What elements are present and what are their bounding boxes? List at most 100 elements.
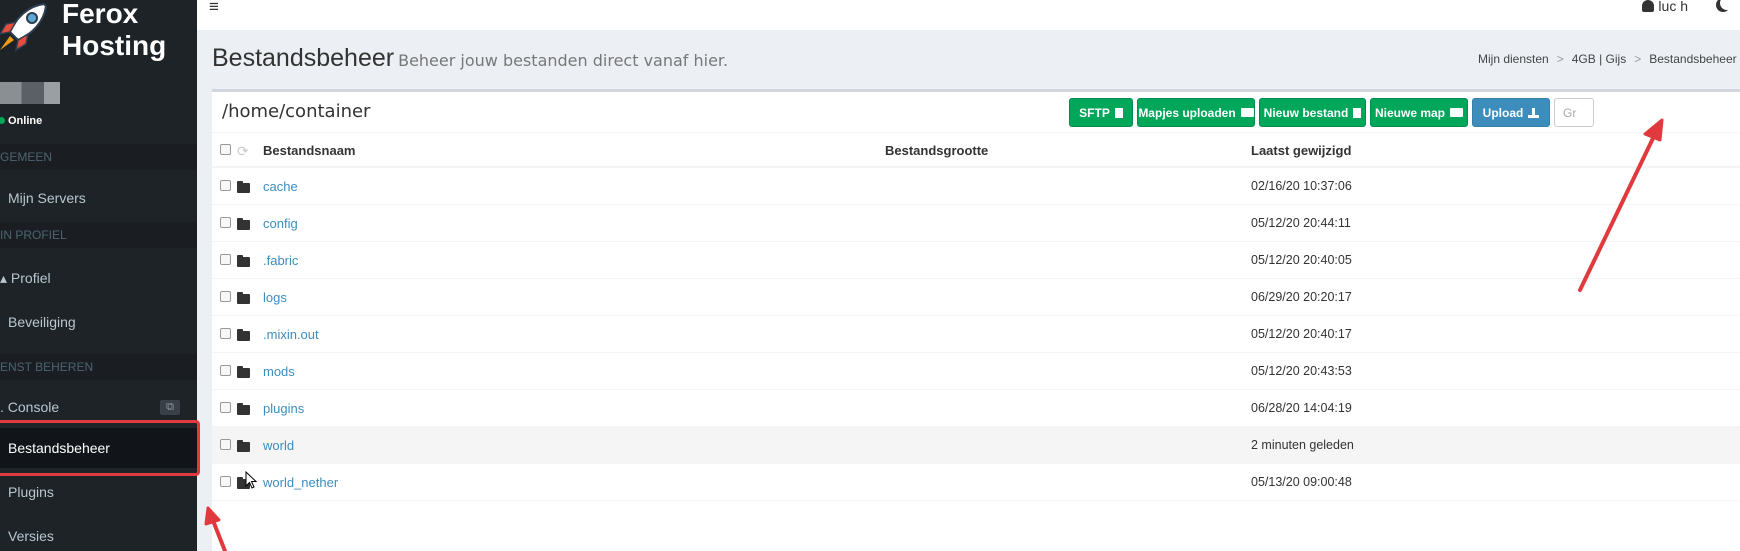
dark-mode-moon-icon[interactable] bbox=[1720, 0, 1734, 10]
table-row[interactable]: cache 02/16/20 10:37:06 bbox=[212, 168, 1740, 205]
brand[interactable]: Ferox Hosting bbox=[0, 0, 197, 75]
row-checkbox[interactable] bbox=[220, 476, 231, 487]
column-header-name[interactable]: Bestandsnaam bbox=[263, 143, 355, 158]
file-name-link[interactable]: logs bbox=[263, 290, 287, 305]
file-modified: 06/29/20 20:20:17 bbox=[1251, 290, 1352, 304]
row-checkbox[interactable] bbox=[220, 254, 231, 265]
file-icon bbox=[1114, 108, 1123, 118]
table-row[interactable]: logs 06/29/20 20:20:17 bbox=[212, 279, 1740, 316]
breadcrumb-item[interactable]: Mijn diensten bbox=[1478, 52, 1549, 66]
row-checkbox[interactable] bbox=[220, 328, 231, 339]
file-name-link[interactable]: mods bbox=[263, 364, 295, 379]
row-checkbox[interactable] bbox=[220, 217, 231, 228]
brand-name: Ferox Hosting bbox=[62, 0, 166, 62]
console-label: Console bbox=[7, 399, 60, 415]
file-name-link[interactable]: world_nether bbox=[263, 475, 338, 490]
page-title-text: Bestandsbeheer bbox=[212, 44, 395, 72]
row-checkbox[interactable] bbox=[220, 365, 231, 376]
file-name-link[interactable]: .fabric bbox=[263, 253, 298, 268]
page-subtitle: Beheer jouw bestanden direct vanaf hier. bbox=[398, 51, 729, 70]
table-header: ⟳ Bestandsnaam Bestandsgrootte Laatst ge… bbox=[212, 132, 1740, 168]
column-header-modified[interactable]: Laatst gewijzigd bbox=[1251, 143, 1351, 158]
upload-button[interactable]: Upload bbox=[1472, 98, 1550, 127]
row-checkbox[interactable] bbox=[220, 291, 231, 302]
sidebar-item-label: Bestandsbeheer bbox=[8, 440, 110, 456]
upload-folders-button[interactable]: Mapjes uploaden bbox=[1137, 98, 1255, 127]
file-modified: 05/12/20 20:40:17 bbox=[1251, 327, 1352, 341]
page-title: Bestandsbeheer Beheer jouw bestanden dire… bbox=[212, 44, 728, 73]
folder-open-icon bbox=[1450, 108, 1464, 117]
section-header-profile: IN PROFIEL bbox=[0, 222, 197, 248]
new-folder-button[interactable]: Nieuwe map bbox=[1370, 98, 1468, 127]
brand-line-1: Ferox bbox=[62, 0, 139, 29]
status-label: Online bbox=[8, 115, 43, 127]
breadcrumb-separator: > bbox=[1634, 52, 1642, 66]
button-label: Mapjes uploaden bbox=[1138, 106, 1236, 120]
table-row[interactable]: world 2 minuten geleden bbox=[212, 427, 1740, 464]
row-checkbox[interactable] bbox=[220, 439, 231, 450]
sidebar-item-label: ▴ Profiel bbox=[0, 270, 51, 286]
file-modified: 02/16/20 10:37:06 bbox=[1251, 179, 1352, 193]
folder-icon bbox=[237, 403, 250, 415]
breadcrumb-separator: > bbox=[1556, 52, 1564, 66]
folder-icon bbox=[237, 181, 250, 193]
file-name-link[interactable]: config bbox=[263, 216, 298, 231]
folder-icon bbox=[237, 366, 250, 378]
file-name-link[interactable]: cache bbox=[263, 179, 298, 194]
user-menu[interactable]: luc h bbox=[1642, 0, 1688, 14]
section-header-service: ENST BEHEREN bbox=[0, 354, 197, 380]
folder-icon bbox=[237, 255, 250, 267]
column-header-size[interactable]: Bestandsgrootte bbox=[885, 143, 988, 158]
current-path: /home/container bbox=[222, 101, 371, 122]
mouse-cursor-icon bbox=[245, 471, 257, 489]
partial-button[interactable]: Gr bbox=[1554, 98, 1594, 127]
file-name-link[interactable]: plugins bbox=[263, 401, 304, 416]
breadcrumb-item[interactable]: 4GB | Gijs bbox=[1572, 52, 1626, 66]
sidebar-item-plugins[interactable]: Plugins bbox=[0, 472, 197, 512]
row-checkbox[interactable] bbox=[220, 180, 231, 191]
server-status: Online bbox=[0, 115, 42, 127]
user-gear-icon bbox=[1642, 0, 1655, 12]
status-dot-icon bbox=[0, 117, 5, 124]
table-row[interactable]: .mixin.out 05/12/20 20:40:17 bbox=[212, 316, 1740, 353]
sidebar-item-profile[interactable]: ▴ Profiel bbox=[0, 258, 197, 298]
sidebar-item-file-manager[interactable]: Bestandsbeheer bbox=[0, 428, 197, 468]
file-name-link[interactable]: world bbox=[263, 438, 294, 453]
breadcrumb: Mijn diensten >4GB | Gijs > Bestandsbeheer bbox=[1478, 52, 1737, 66]
sidebar-item-security[interactable]: Beveiliging bbox=[0, 302, 197, 342]
new-file-button[interactable]: Nieuw bestand bbox=[1259, 98, 1366, 127]
folder-icon bbox=[237, 440, 250, 452]
top-navbar: ≡ luc h bbox=[197, 0, 1740, 30]
file-modified: 05/12/20 20:40:05 bbox=[1251, 253, 1352, 267]
select-all-checkbox[interactable] bbox=[220, 144, 231, 155]
table-row[interactable]: config 05/12/20 20:44:11 bbox=[212, 205, 1740, 242]
table-row[interactable]: world_nether 05/13/20 09:00:48 bbox=[212, 464, 1740, 501]
file-manager-box: /home/container SFTP Mapjes uploaden Nie… bbox=[212, 89, 1740, 551]
folder-open-icon bbox=[1240, 108, 1254, 117]
row-checkbox[interactable] bbox=[220, 402, 231, 413]
button-label: SFTP bbox=[1079, 106, 1110, 120]
sidebar-item-label: Versies bbox=[8, 528, 54, 544]
file-icon bbox=[1353, 108, 1362, 118]
file-modified: 05/12/20 20:43:53 bbox=[1251, 364, 1352, 378]
sidebar-item-label: Mijn Servers bbox=[8, 190, 86, 206]
button-label: Nieuwe map bbox=[1374, 106, 1446, 120]
rocket-logo-icon bbox=[0, 2, 48, 52]
sidebar: Ferox Hosting Online GEMEEN Mijn Servers… bbox=[0, 0, 197, 551]
folder-icon bbox=[237, 329, 250, 341]
refresh-icon[interactable]: ⟳ bbox=[237, 143, 249, 160]
file-name-link[interactable]: .mixin.out bbox=[263, 327, 319, 342]
table-row[interactable]: mods 05/12/20 20:43:53 bbox=[212, 353, 1740, 390]
menu-toggle-icon[interactable]: ≡ bbox=[209, 0, 219, 17]
file-modified: 2 minuten geleden bbox=[1251, 438, 1354, 452]
sidebar-item-my-servers[interactable]: Mijn Servers bbox=[0, 178, 197, 218]
sidebar-item-versions[interactable]: Versies bbox=[0, 516, 197, 551]
sftp-button[interactable]: SFTP bbox=[1069, 98, 1133, 127]
sidebar-item-label: Plugins bbox=[8, 484, 54, 500]
sidebar-item-label: Beveiliging bbox=[8, 314, 76, 330]
table-row[interactable]: plugins 06/28/20 14:04:19 bbox=[212, 390, 1740, 427]
external-link-icon[interactable]: ⧉ bbox=[160, 400, 180, 415]
table-row[interactable]: .fabric 05/12/20 20:40:05 bbox=[212, 242, 1740, 279]
breadcrumb-item-current: Bestandsbeheer bbox=[1649, 52, 1737, 66]
user-name: luc h bbox=[1658, 0, 1688, 14]
